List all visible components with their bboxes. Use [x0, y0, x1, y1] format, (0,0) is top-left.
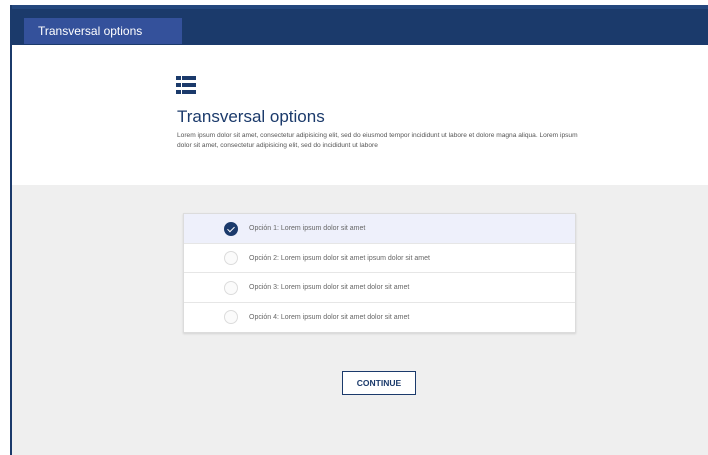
top-bar: Transversal options — [12, 5, 708, 45]
option-label: Opción 2: Lorem ipsum dolor sit amet ips… — [249, 254, 430, 262]
option-label: Opción 3: Lorem ipsum dolor sit amet dol… — [249, 284, 410, 291]
option-1[interactable]: Opción 1: Lorem ipsum dolor sit amet — [184, 214, 575, 244]
continue-button[interactable]: CONTINUE — [342, 371, 416, 395]
options-list: Opción 1: Lorem ipsum dolor sit amet Opc… — [183, 213, 576, 333]
option-label: Opción 1: Lorem ipsum dolor sit amet — [249, 225, 366, 232]
option-2[interactable]: Opción 2: Lorem ipsum dolor sit amet ips… — [184, 244, 575, 273]
check-circle-icon[interactable] — [224, 221, 238, 236]
list-icon — [176, 76, 196, 94]
option-4[interactable]: Opción 4: Lorem ipsum dolor sit amet dol… — [184, 303, 575, 333]
radio-circle-icon[interactable] — [224, 310, 238, 324]
radio-circle-icon[interactable] — [224, 251, 238, 265]
app-frame: Transversal options Transversal options … — [10, 5, 708, 455]
intro-section: Transversal options Lorem ipsum dolor si… — [12, 45, 708, 185]
option-3[interactable]: Opción 3: Lorem ipsum dolor sit amet dol… — [184, 273, 575, 303]
option-label: Opción 4: Lorem ipsum dolor sit amet dol… — [249, 313, 410, 321]
tab-transversal-options[interactable]: Transversal options — [24, 18, 182, 44]
page-description: Lorem ipsum dolor sit amet, consectetur … — [177, 132, 578, 149]
page-title: Transversal options — [177, 107, 325, 126]
radio-circle-icon[interactable] — [224, 280, 238, 295]
